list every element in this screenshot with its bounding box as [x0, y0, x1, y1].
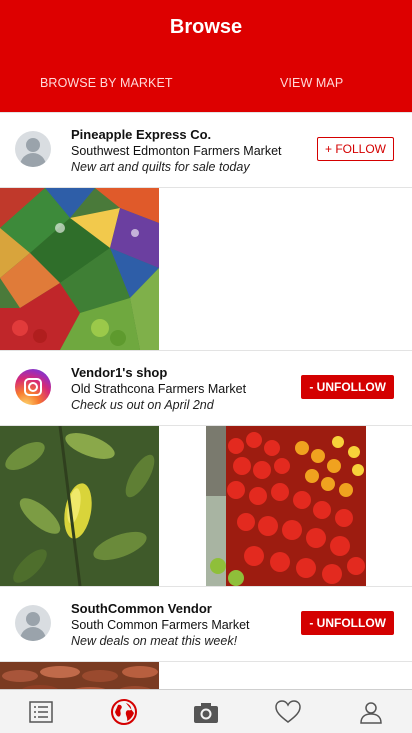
post-header: SouthCommon Vendor South Common Farmers … [0, 586, 412, 662]
post-note: New deals on meat this week! [71, 634, 238, 648]
avatar[interactable] [15, 605, 51, 641]
lemon-tree-photo[interactable] [0, 426, 159, 586]
bottom-nav-bar [0, 689, 412, 733]
unfollow-button[interactable]: - UNFOLLOW [301, 375, 394, 399]
camera-icon[interactable] [192, 698, 220, 726]
post-header: Vendor1's shop Old Strathcona Farmers Ma… [0, 350, 412, 426]
follow-button[interactable]: + FOLLOW [316, 137, 394, 161]
user-icon[interactable] [357, 698, 385, 726]
vendor-feed[interactable]: Pineapple Express Co. Southwest Edmonton… [0, 112, 412, 689]
market-name: Old Strathcona Farmers Market [71, 382, 247, 396]
photo-row [0, 662, 412, 689]
app-header: Browse BROWSE BY MARKET VIEW MAP [0, 0, 412, 112]
meat-photo[interactable] [0, 662, 159, 689]
photo-row [0, 188, 412, 350]
tab-view-map[interactable]: VIEW MAP [280, 76, 343, 90]
tab-browse-by-market[interactable]: BROWSE BY MARKET [40, 76, 173, 90]
photo-row [0, 426, 412, 586]
post-note: New art and quilts for sale today [71, 160, 250, 174]
vendor-name[interactable]: Vendor1's shop [71, 365, 246, 381]
avatar[interactable] [15, 369, 51, 405]
quilt-photo[interactable] [0, 188, 159, 350]
vendor-name[interactable]: SouthCommon Vendor [71, 601, 250, 617]
unfollow-button[interactable]: - UNFOLLOW [301, 611, 394, 635]
page-title: Browse [169, 16, 243, 38]
heart-icon[interactable] [274, 698, 302, 726]
vendor-name[interactable]: Pineapple Express Co. [71, 127, 282, 143]
list-icon[interactable] [27, 698, 55, 726]
post-header: Pineapple Express Co. Southwest Edmonton… [0, 112, 412, 188]
post-note: Check us out on April 2nd [71, 398, 214, 412]
avatar[interactable] [15, 131, 51, 167]
market-name: Southwest Edmonton Farmers Market [71, 144, 282, 158]
market-name: South Common Farmers Market [71, 618, 250, 632]
globe-icon[interactable] [110, 698, 138, 726]
tomato-photo[interactable] [206, 426, 366, 586]
